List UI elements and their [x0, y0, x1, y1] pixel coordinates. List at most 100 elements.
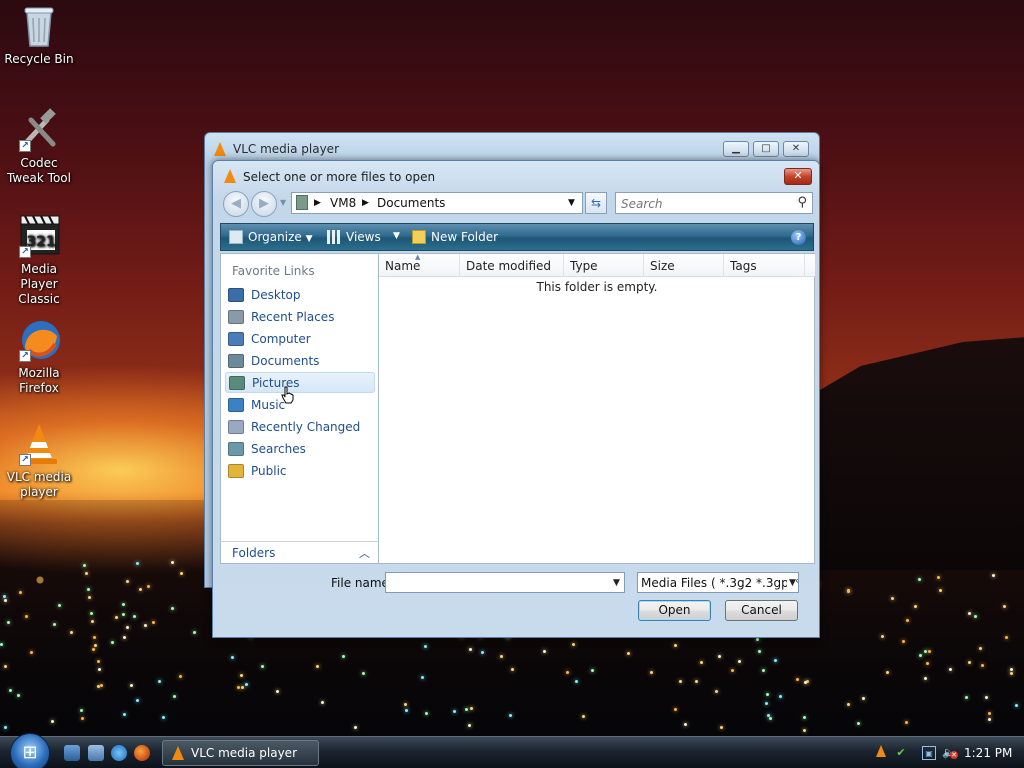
column-header-tags[interactable]: Tags	[724, 254, 805, 277]
city-light	[924, 677, 928, 681]
city-light	[404, 702, 408, 706]
file-name-input[interactable]	[385, 572, 625, 593]
nav-item-recent-places[interactable]: Recent Places	[225, 307, 375, 328]
nav-item-pictures[interactable]: Pictures	[225, 372, 375, 393]
file-type-filter-select[interactable]: Media Files ( *.3g2 *.3gp *.3gp	[637, 572, 799, 593]
column-header-type[interactable]: Type	[564, 254, 644, 277]
city-light	[114, 615, 118, 619]
open-file-dialog[interactable]: Select one or more files to open ✕ ◀ ▶ ▼…	[212, 160, 820, 638]
pictures-icon	[229, 376, 245, 390]
file-list-view[interactable]: Name ▲ Date modified Type Size Tags This…	[379, 253, 815, 564]
city-light	[99, 684, 103, 688]
city-light	[467, 724, 471, 728]
city-light	[738, 660, 742, 663]
city-light	[948, 668, 952, 672]
network-icon[interactable]: ▣	[922, 746, 936, 760]
back-button[interactable]: ◀	[223, 191, 249, 217]
city-light	[1009, 667, 1013, 671]
file-type-dropdown-icon[interactable]: ▼	[787, 578, 796, 588]
city-light	[778, 695, 782, 699]
city-light	[987, 717, 991, 721]
new-folder-label: New Folder	[431, 230, 499, 244]
breadcrumb-documents[interactable]: Documents	[377, 196, 445, 210]
internet-explorer-icon[interactable]	[111, 745, 127, 761]
desktop-icon-codec-tweak-tool[interactable]: ↗ Codec Tweak Tool	[2, 108, 76, 186]
city-light	[162, 716, 166, 720]
file-name-dropdown-icon[interactable]: ▼	[613, 578, 620, 588]
nav-item-label: Recently Changed	[251, 420, 361, 434]
help-button[interactable]: ?	[791, 230, 806, 245]
documents-icon	[228, 354, 244, 368]
search-placeholder: Search	[621, 197, 663, 211]
city-light	[1003, 604, 1007, 608]
taskbar: ⊞ VLC media player ✔ ▣ 🔈 ✕ 1:21 PM	[0, 733, 1024, 768]
city-light	[57, 603, 61, 607]
switch-windows-icon[interactable]	[88, 745, 104, 761]
chevron-down-icon: ▼	[305, 234, 313, 244]
city-light	[132, 615, 136, 619]
views-dropdown-icon[interactable]: ▼	[393, 231, 400, 241]
organize-icon	[229, 230, 243, 244]
city-light	[315, 664, 319, 668]
security-check-icon[interactable]: ✔	[894, 746, 908, 760]
cancel-button[interactable]: Cancel	[725, 600, 798, 621]
favorite-links-header: Favorite Links	[232, 264, 315, 278]
city-light	[967, 661, 971, 665]
folders-toggle[interactable]: Folders ︿	[220, 541, 379, 564]
nav-item-music[interactable]: Music	[225, 395, 375, 416]
address-dropdown-icon[interactable]: ▼	[568, 198, 575, 208]
city-light	[173, 695, 177, 699]
desktop-icon-vlc[interactable]: ↗ VLC media player	[2, 422, 76, 500]
desktop-icon-mozilla-firefox[interactable]: ↗ Mozilla Firefox	[2, 318, 76, 396]
city-light	[180, 571, 184, 575]
desktop-icon-recycle-bin[interactable]: Recycle Bin	[2, 4, 76, 67]
city-light	[571, 642, 575, 646]
city-light	[3, 726, 7, 730]
city-light	[987, 711, 991, 715]
city-light	[87, 595, 91, 599]
nav-item-searches[interactable]: Searches	[225, 439, 375, 460]
forward-button[interactable]: ▶	[251, 191, 277, 217]
breadcrumb-vm8[interactable]: VM8	[330, 196, 356, 210]
new-folder-button[interactable]: New Folder	[412, 230, 498, 244]
city-light	[581, 715, 585, 719]
nav-item-recently-changed[interactable]: Recently Changed	[225, 417, 375, 438]
minimize-button[interactable]: ▁	[723, 141, 749, 157]
firefox-icon[interactable]	[134, 745, 150, 761]
city-light	[192, 631, 196, 635]
address-bar[interactable]: ▶ VM8 ▶ Documents ▼	[291, 192, 583, 214]
city-light	[239, 674, 243, 678]
organize-button[interactable]: Organize ▼	[229, 230, 313, 244]
mute-badge-icon: ✕	[950, 751, 958, 759]
city-light	[122, 712, 126, 716]
city-light	[178, 674, 182, 678]
column-header-date-modified[interactable]: Date modified	[460, 254, 564, 277]
taskbar-item-vlc[interactable]: VLC media player	[162, 740, 319, 766]
views-button[interactable]: Views	[327, 230, 381, 244]
search-input[interactable]: Search ⚲	[615, 192, 813, 214]
city-light	[773, 659, 777, 663]
refresh-button[interactable]: ⇆	[585, 192, 607, 214]
dialog-close-button[interactable]: ✕	[784, 168, 812, 185]
city-light	[717, 654, 721, 658]
city-light	[766, 714, 770, 718]
public-folder-icon	[228, 464, 244, 478]
recent-pages-dropdown[interactable]: ▼	[280, 198, 286, 207]
start-button[interactable]: ⊞	[10, 733, 50, 768]
nav-item-desktop[interactable]: Desktop	[225, 285, 375, 306]
close-button[interactable]: ✕	[783, 141, 809, 157]
desktop-icon-media-player-classic[interactable]: 321 ↗ Media Player Classic	[2, 214, 76, 307]
open-button[interactable]: Open	[638, 600, 711, 621]
nav-item-computer[interactable]: Computer	[225, 329, 375, 350]
vlc-tray-icon[interactable]	[876, 745, 886, 757]
nav-item-public[interactable]: Public	[225, 461, 375, 482]
city-light	[94, 644, 98, 648]
city-light	[469, 707, 473, 711]
maximize-button[interactable]: □	[753, 141, 779, 157]
show-desktop-icon[interactable]	[64, 745, 80, 761]
nav-item-label: Searches	[251, 442, 306, 456]
column-header-size[interactable]: Size	[644, 254, 724, 277]
clock[interactable]: 1:21 PM	[964, 746, 1012, 760]
city-light	[937, 576, 941, 580]
nav-item-documents[interactable]: Documents	[225, 351, 375, 372]
